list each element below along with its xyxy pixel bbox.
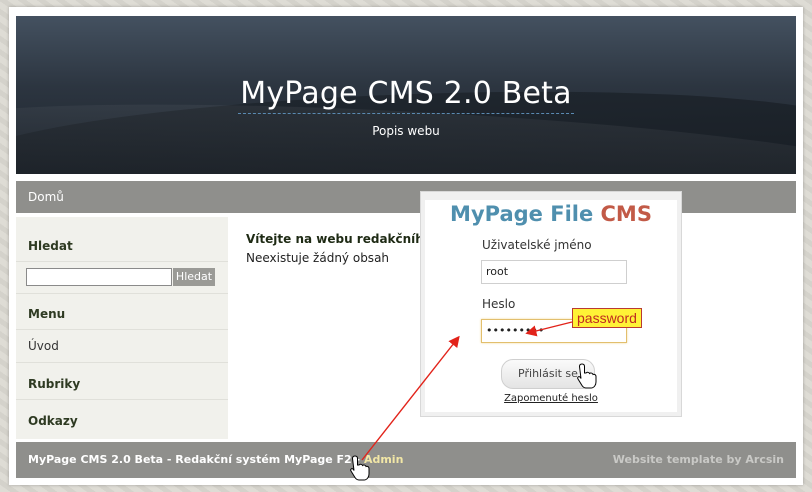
admin-to-login-arrow [361,335,460,461]
hand-pointer-icon [350,455,370,481]
annotation-overlay [350,321,597,481]
hand-pointer-icon [577,363,597,389]
callout-arrow [525,321,573,337]
